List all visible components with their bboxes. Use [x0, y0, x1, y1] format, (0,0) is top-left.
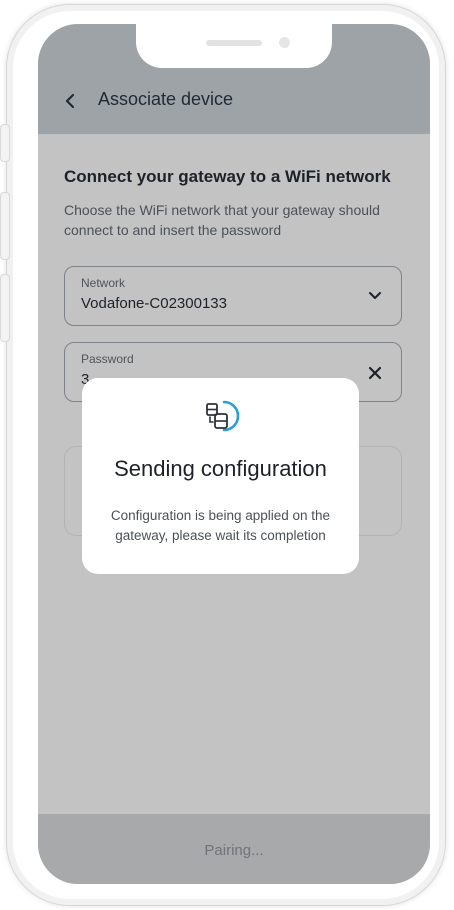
- page-title: Associate device: [98, 89, 234, 109]
- phone-side-button-middle: [0, 192, 10, 260]
- network-value: Vodafone-C02300133: [81, 295, 227, 312]
- network-select[interactable]: Network Vodafone-C02300133: [64, 266, 402, 326]
- dialog-title: Sending configuration: [114, 456, 327, 481]
- app-screen: Associate device Connect your gateway to…: [38, 24, 430, 884]
- sending-configuration-dialog: Sending configuration Configuration is b…: [82, 378, 359, 574]
- chevron-left-icon: [65, 93, 75, 109]
- phone-side-button-top: [0, 124, 10, 162]
- section-title: Connect your gateway to a WiFi network: [64, 167, 391, 186]
- phone-notch: [136, 24, 332, 68]
- section-description: Choose the WiFi network that your gatewa…: [64, 202, 380, 238]
- phone-side-button-bottom: [0, 274, 10, 342]
- clear-icon[interactable]: [367, 365, 383, 381]
- dialog-message: Configuration is being applied on the ga…: [110, 508, 331, 543]
- network-label: Network: [81, 276, 126, 290]
- status-area: [38, 24, 430, 68]
- device-sync-icon: [206, 400, 240, 432]
- back-button[interactable]: [60, 88, 82, 114]
- speaker-grille: [206, 40, 262, 46]
- chevron-down-icon[interactable]: [367, 287, 383, 303]
- bottom-bar: Pairing...: [38, 814, 430, 884]
- front-camera: [279, 37, 290, 48]
- app-header: Associate device: [38, 68, 430, 134]
- pairing-button[interactable]: Pairing...: [38, 842, 430, 859]
- password-label: Password: [81, 352, 134, 366]
